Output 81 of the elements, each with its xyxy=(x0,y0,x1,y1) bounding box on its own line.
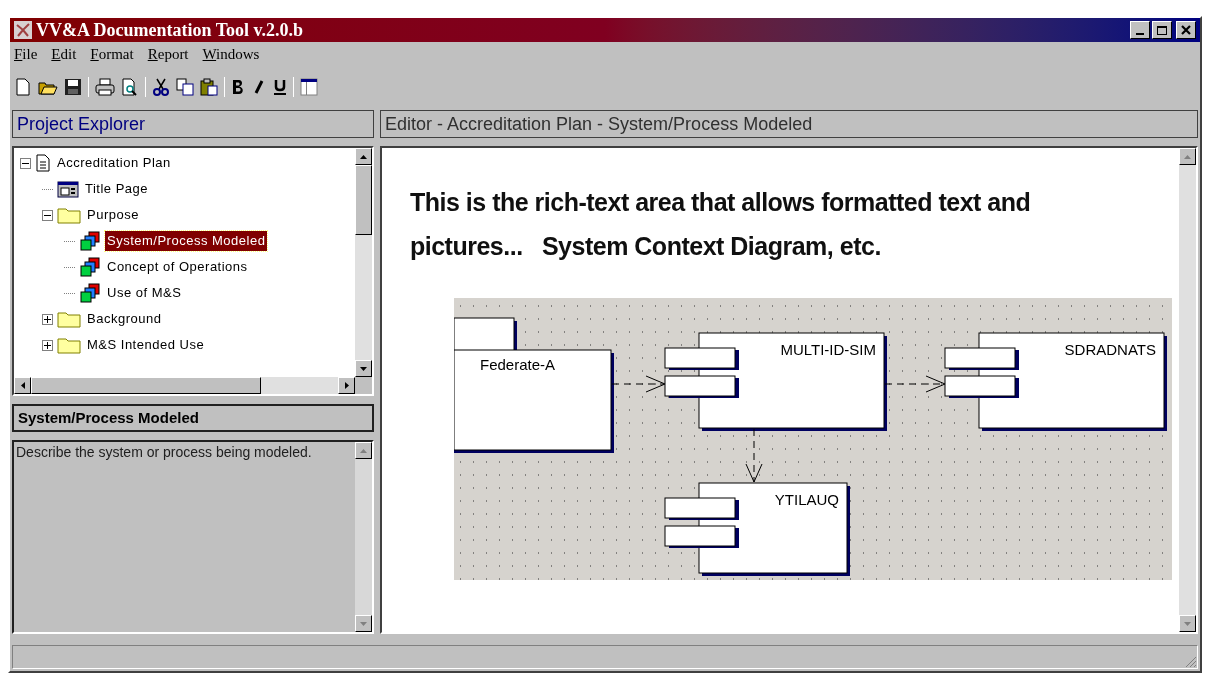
scroll-down-button[interactable] xyxy=(355,360,372,377)
scroll-up-button[interactable] xyxy=(355,148,372,165)
layout-icon[interactable] xyxy=(300,78,318,96)
menu-item[interactable]: File xyxy=(14,42,38,66)
bold-icon[interactable] xyxy=(231,79,245,95)
up-triangle-icon xyxy=(1184,154,1191,159)
maximize-button[interactable] xyxy=(1152,21,1172,39)
document-icon xyxy=(35,154,51,172)
folder-icon xyxy=(57,336,81,354)
dependency-arrow xyxy=(884,375,946,393)
rich-text-editor[interactable]: This is the rich-text area that allows formatted text and pictures... System Context Diagram, etc. Federate-A MULTI-ID-SIM SDRADNATS YTILAUQ xyxy=(380,146,1198,634)
collapse-toggle[interactable] xyxy=(42,209,53,221)
vertical-scrollbar[interactable] xyxy=(355,148,372,377)
scroll-left-button[interactable] xyxy=(14,377,31,394)
print-preview-icon[interactable] xyxy=(121,78,139,96)
tree-item[interactable]: M&S Intended Use xyxy=(85,335,207,355)
stacked-squares-icon xyxy=(79,231,101,251)
scroll-down-button[interactable] xyxy=(355,615,372,632)
component-label: SDRADNATS xyxy=(1064,341,1156,358)
tree-item[interactable]: Title Page xyxy=(83,179,151,199)
down-triangle-icon xyxy=(1184,621,1191,626)
dependency-arrow xyxy=(745,428,763,483)
expand-toggle[interactable] xyxy=(42,339,53,351)
underline-icon[interactable] xyxy=(273,78,287,96)
plus-icon xyxy=(44,341,51,349)
menu-item[interactable]: Report xyxy=(147,42,189,66)
scroll-thumb[interactable] xyxy=(355,165,372,235)
tree-item[interactable]: Accreditation Plan xyxy=(55,153,173,173)
down-triangle-icon xyxy=(360,621,367,626)
menu-item[interactable]: Format xyxy=(90,42,134,66)
menu-item[interactable]: Windows xyxy=(202,42,260,66)
folder-icon xyxy=(57,310,81,328)
plus-icon xyxy=(44,315,51,323)
component-label: MULTI-ID-SIM xyxy=(780,341,876,358)
scroll-right-button[interactable] xyxy=(338,377,355,394)
up-triangle-icon xyxy=(360,154,367,159)
page-icon xyxy=(57,180,79,198)
right-triangle-icon xyxy=(344,382,349,389)
collapse-toggle[interactable] xyxy=(20,157,31,169)
scroll-thumb[interactable] xyxy=(31,377,261,394)
stacked-squares-icon xyxy=(79,257,101,277)
tree-item[interactable]: Concept of Operations xyxy=(105,257,250,277)
left-triangle-icon xyxy=(20,382,25,389)
horizontal-scrollbar[interactable] xyxy=(14,377,372,394)
tree-item[interactable]: Use of M&S xyxy=(105,283,184,303)
down-triangle-icon xyxy=(360,366,367,371)
close-button[interactable] xyxy=(1176,21,1196,39)
dependency-arrow xyxy=(611,375,666,393)
new-file-icon[interactable] xyxy=(14,78,32,96)
menu-item[interactable]: Edit xyxy=(51,42,77,66)
tree-item[interactable]: System/Process Modeled xyxy=(105,231,268,251)
folder-icon xyxy=(57,206,81,224)
save-icon[interactable] xyxy=(64,78,82,96)
vertical-scrollbar[interactable] xyxy=(1179,148,1196,632)
paste-icon[interactable] xyxy=(200,78,218,96)
resize-grip-icon[interactable] xyxy=(1183,654,1197,668)
minimize-button[interactable] xyxy=(1130,21,1150,39)
panel-title: Editor - Accreditation Plan - System/Process Modeled xyxy=(380,110,1198,138)
scissors-icon[interactable] xyxy=(152,78,170,96)
section-title: System/Process Modeled xyxy=(12,404,374,432)
up-triangle-icon xyxy=(360,448,367,453)
description-box[interactable]: Describe the system or process being modeled. xyxy=(12,440,374,634)
stacked-squares-icon xyxy=(79,283,101,303)
copy-icon[interactable] xyxy=(176,78,194,96)
panel-title: Project Explorer xyxy=(12,110,374,138)
description-text: Describe the system or process being modeled. xyxy=(15,443,313,462)
scroll-up-button[interactable] xyxy=(1179,148,1196,165)
vertical-scrollbar[interactable] xyxy=(355,442,372,632)
window-title: VV&A Documentation Tool v.2.0.b xyxy=(36,18,305,42)
app-logo-icon xyxy=(14,21,32,39)
scroll-up-button[interactable] xyxy=(355,442,372,459)
component-label: Federate-A xyxy=(480,356,556,373)
close-icon xyxy=(1181,25,1191,35)
scrollbar-corner xyxy=(355,377,372,394)
component-label: YTILAUQ xyxy=(774,491,839,508)
tree-item[interactable]: Background xyxy=(85,309,164,329)
scroll-down-button[interactable] xyxy=(1179,615,1196,632)
print-icon[interactable] xyxy=(95,78,115,96)
editor-text: This is the rich-text area that allows formatted text and pictures... System Context Diagram, etc. xyxy=(409,187,1032,262)
tree-item[interactable]: Purpose xyxy=(85,205,141,225)
expand-toggle[interactable] xyxy=(42,313,53,325)
